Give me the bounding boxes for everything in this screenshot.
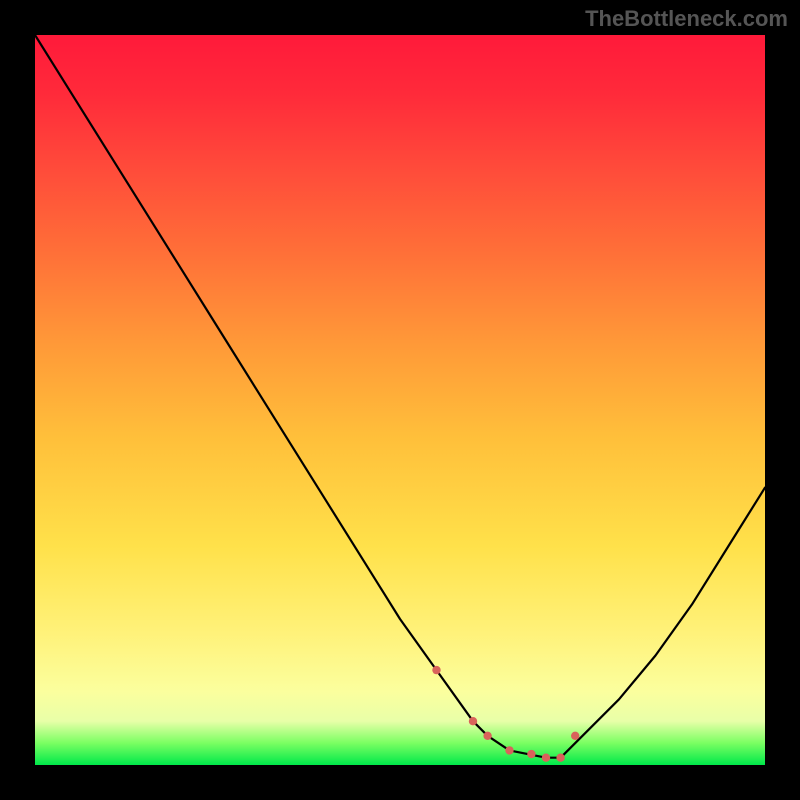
watermark-text: TheBottleneck.com	[585, 6, 788, 32]
valley-marker-dot	[483, 732, 491, 740]
valley-marker-dot	[542, 754, 550, 762]
valley-marker-dot	[432, 666, 440, 674]
valley-marker-dot	[469, 717, 477, 725]
bottleneck-curve-line	[35, 35, 765, 758]
chart-container: TheBottleneck.com	[0, 0, 800, 800]
plot-area	[35, 35, 765, 765]
valley-marker-dot	[571, 732, 579, 740]
valley-marker-dot	[527, 750, 535, 758]
valley-marker-dot	[556, 754, 564, 762]
valley-marker-dot	[505, 746, 513, 754]
curve-svg	[35, 35, 765, 765]
